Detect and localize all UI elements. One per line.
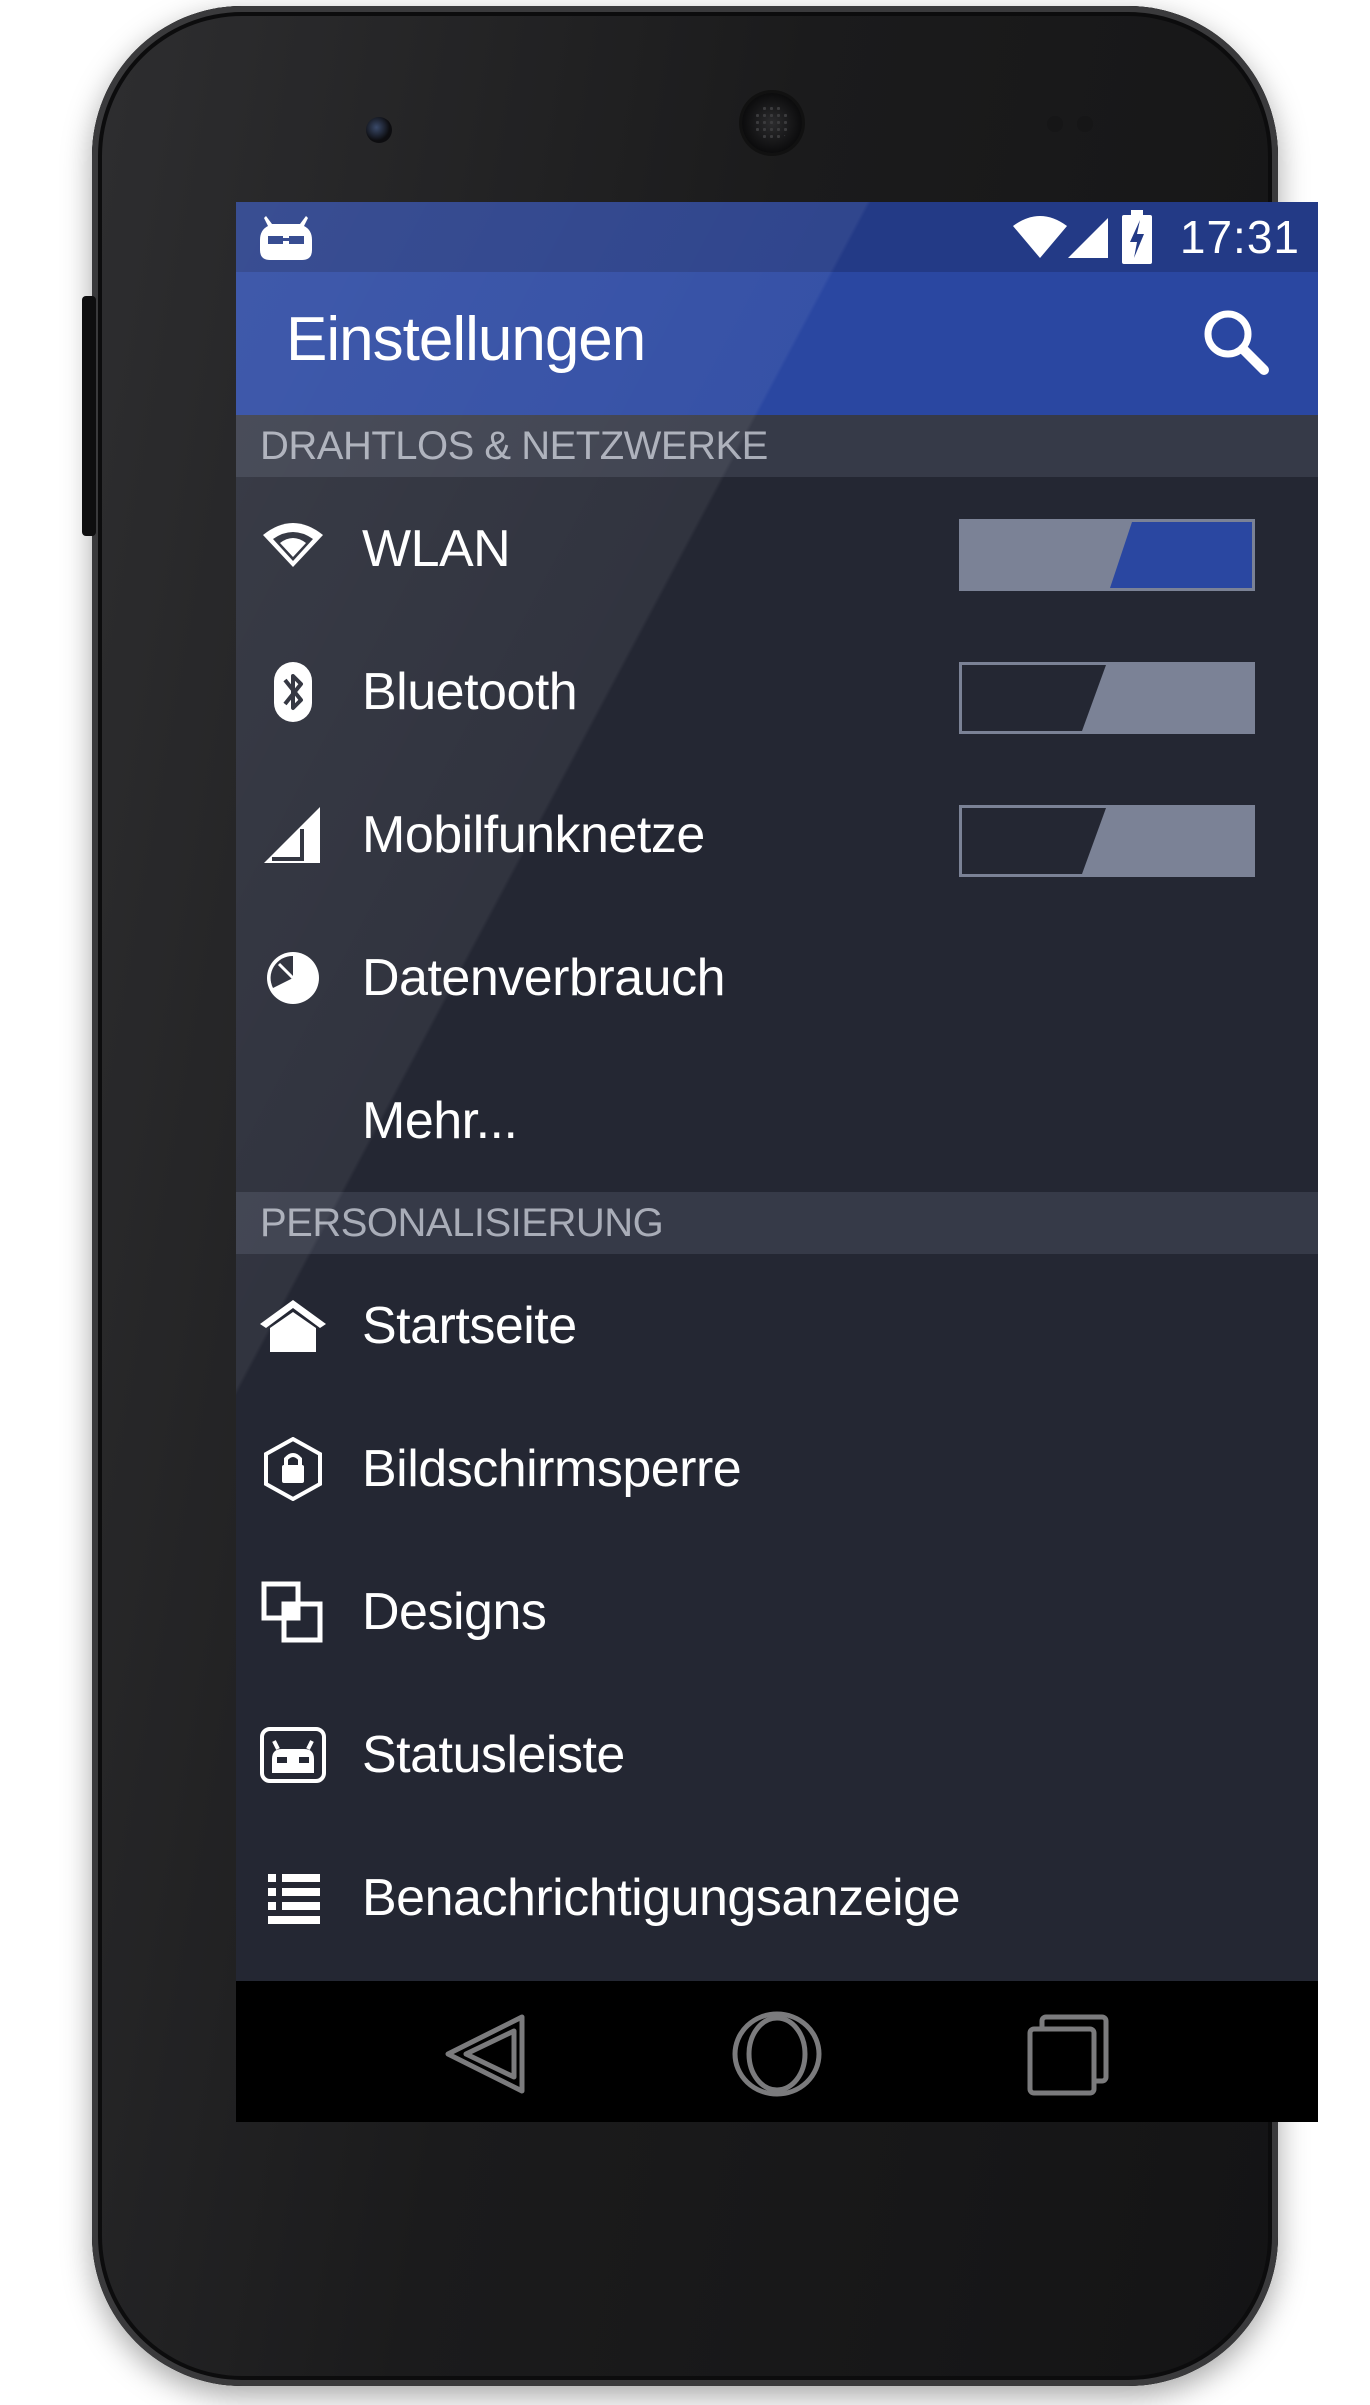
- settings-item-label: Benachrichtigungsanzeige: [362, 1869, 960, 1927]
- settings-item-label: Mehr...: [362, 1092, 518, 1150]
- notification-drawer-icon: [268, 1874, 320, 1924]
- phone-frame: 17:31 Einstellungen DRAHTLOS & NETZWERKE…: [82, 6, 1318, 2386]
- light-sensor: [1077, 116, 1093, 132]
- settings-item-label: Designs: [362, 1583, 547, 1641]
- mobile-networks-toggle[interactable]: [959, 805, 1255, 877]
- status-bar-icon: [260, 1727, 326, 1783]
- front-camera: [366, 117, 392, 143]
- page-title: Einstellungen: [286, 305, 646, 374]
- back-icon[interactable]: [436, 2009, 536, 2099]
- settings-item-data-usage[interactable]: Datenverbrauch: [236, 906, 1318, 1049]
- settings-item-home[interactable]: Startseite: [236, 1254, 1318, 1397]
- settings-item-label: Bildschirmsperre: [362, 1440, 742, 1498]
- app-bar: Einstellungen: [236, 272, 1318, 415]
- settings-item-more[interactable]: Mehr...: [236, 1049, 1318, 1192]
- settings-item-notification-drawer[interactable]: Benachrichtigungsanzeige: [236, 1826, 1318, 1969]
- search-icon[interactable]: [1194, 300, 1278, 384]
- data-usage-icon: [267, 952, 319, 1004]
- settings-item-lock-screen[interactable]: Bildschirmsperre: [236, 1397, 1318, 1540]
- wifi-icon: [1013, 216, 1067, 258]
- settings-item-mobile-networks[interactable]: Mobilfunknetze: [236, 763, 1318, 906]
- themes-icon: [261, 1581, 323, 1643]
- volume-button: [82, 296, 96, 536]
- settings-item-label: Datenverbrauch: [362, 949, 726, 1007]
- earpiece-speaker: [742, 93, 802, 153]
- lock-icon: [264, 1437, 322, 1501]
- screen: 17:31 Einstellungen DRAHTLOS & NETZWERKE…: [236, 202, 1318, 2122]
- settings-item-label: Mobilfunknetze: [362, 806, 705, 864]
- home-circle-icon[interactable]: [727, 2009, 827, 2099]
- battery-charging-icon: [1122, 210, 1152, 264]
- settings-item-wlan[interactable]: WLAN: [236, 477, 1318, 620]
- wifi-icon: [263, 523, 323, 567]
- settings-item-status-bar[interactable]: Statusleiste: [236, 1683, 1318, 1826]
- wlan-toggle[interactable]: [959, 519, 1255, 591]
- cyanogenmod-icon: [260, 216, 312, 260]
- clock-time: 17:31: [1179, 211, 1300, 263]
- cell-signal-icon: [264, 807, 320, 863]
- bluetooth-icon: [274, 662, 312, 722]
- home-icon: [260, 1300, 326, 1352]
- section-header-personalization: PERSONALISIERUNG: [236, 1192, 1318, 1254]
- navigation-bar: [236, 1981, 1318, 2122]
- cell-signal-icon: [1068, 218, 1108, 258]
- recents-icon[interactable]: [1018, 2009, 1118, 2099]
- settings-item-label: Startseite: [362, 1297, 577, 1355]
- settings-item-themes[interactable]: Designs: [236, 1540, 1318, 1683]
- settings-item-bluetooth[interactable]: Bluetooth: [236, 620, 1318, 763]
- settings-item-label: Statusleiste: [362, 1726, 625, 1784]
- bluetooth-toggle[interactable]: [959, 662, 1255, 734]
- section-header-wireless: DRAHTLOS & NETZWERKE: [236, 415, 1318, 477]
- settings-item-label: Bluetooth: [362, 663, 578, 721]
- status-bar: 17:31: [236, 202, 1318, 272]
- settings-item-label: WLAN: [362, 520, 511, 578]
- proximity-sensor: [1047, 116, 1063, 132]
